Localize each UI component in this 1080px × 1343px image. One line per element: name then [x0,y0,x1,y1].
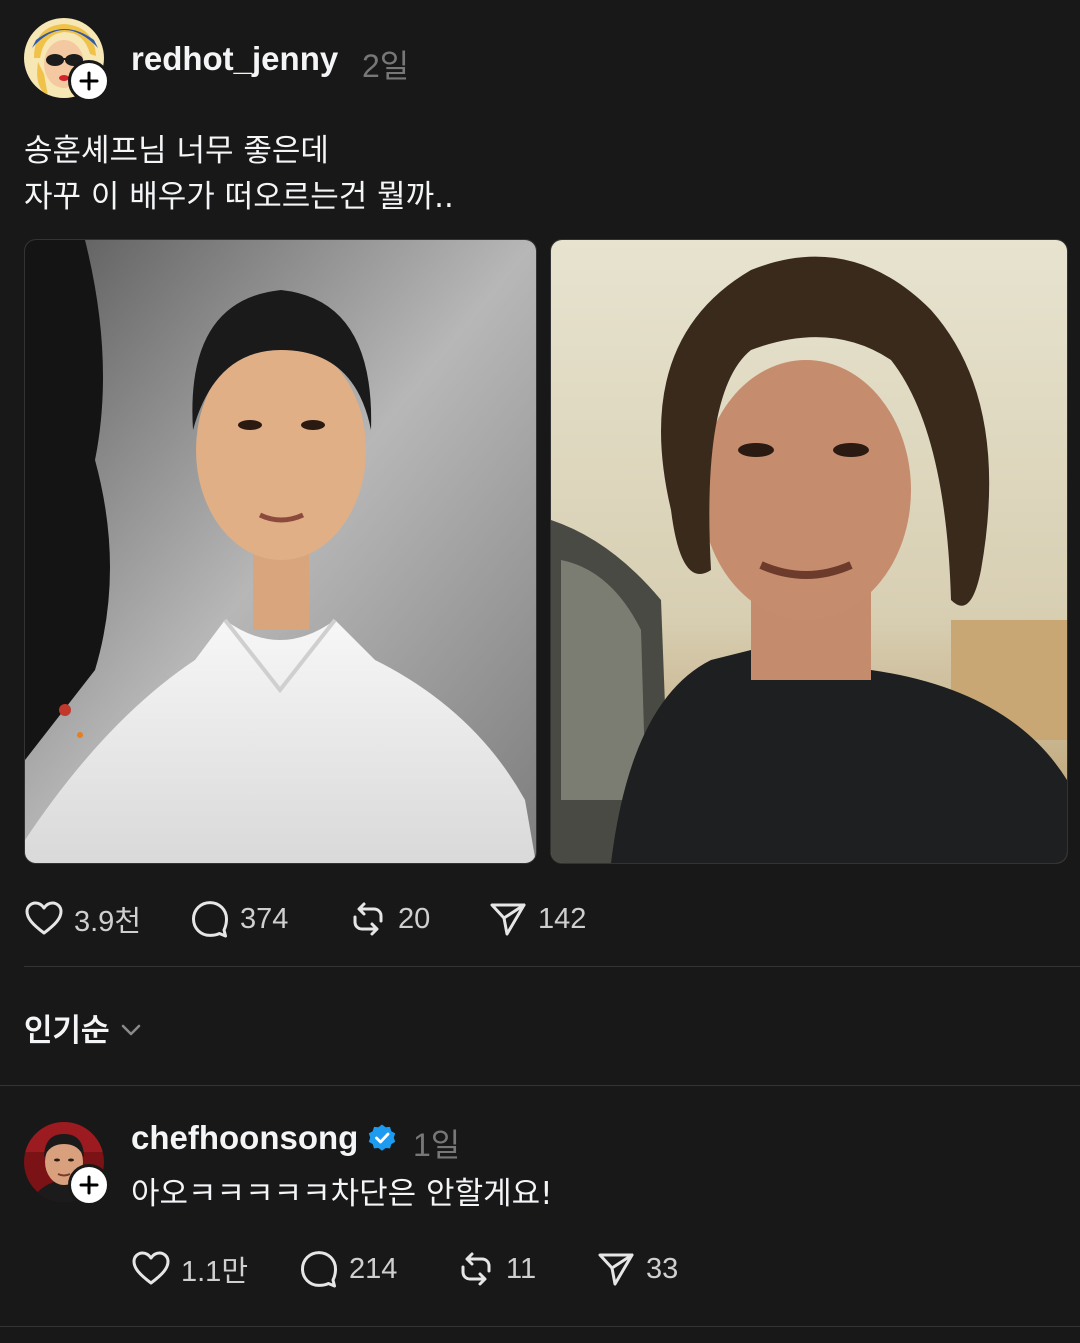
post-image-chef[interactable] [24,239,537,864]
heart-icon [132,1251,170,1285]
comment-count: 374 [240,902,289,935]
repost-count: 20 [398,902,431,935]
like-count: 3.9천 [74,906,141,938]
post-image-actor[interactable] [550,239,1068,864]
post-time: 2일 [362,48,410,84]
repost-button[interactable]: 20 [348,899,488,939]
share-count: 142 [538,902,587,935]
post-text-line: 송훈셰프님 너무 좋은데 [24,133,329,169]
divider [0,1326,1080,1327]
reply-actions: 1.1만 214 11 33 [131,1248,678,1290]
repost-icon [353,902,383,936]
send-icon [490,903,526,936]
verified-badge-icon [368,1124,396,1151]
share-button[interactable]: 142 [488,899,586,939]
heart-icon [25,901,63,935]
like-count: 1.1만 [181,1256,248,1288]
reply-username[interactable]: chefhoonsong [131,1119,358,1157]
plus-icon [79,71,99,91]
reply-time: 1일 [413,1127,461,1163]
chevron-down-icon [121,1024,140,1035]
comment-button[interactable]: 374 [190,899,348,939]
like-button[interactable]: 3.9천 [24,898,190,940]
comment-icon [301,1251,337,1288]
author-avatar[interactable] [24,18,110,102]
reply-text: 아오ㅋㅋㅋㅋㅋ차단은 안할게요! [131,1176,553,1212]
comment-count: 214 [349,1252,398,1285]
post-text-line: 자꾸 이 배우가 떠오르는건 뭘까.. [24,179,454,215]
divider [24,966,1080,967]
send-icon [598,1253,634,1286]
repost-icon [461,1252,491,1286]
repost-button[interactable]: 11 [456,1249,596,1289]
plus-icon [79,1175,99,1195]
share-button[interactable]: 33 [596,1249,678,1289]
comment-icon [192,901,228,938]
like-button[interactable]: 1.1만 [131,1248,299,1290]
post-actions: 3.9천 374 20 142 [24,898,586,940]
repost-count: 11 [506,1252,537,1285]
author-username[interactable]: redhot_jenny [131,40,338,78]
share-count: 33 [646,1252,679,1285]
divider [0,1085,1080,1086]
follow-button[interactable] [68,60,110,102]
sort-label: 인기순 [24,1013,110,1049]
follow-button[interactable] [68,1164,110,1206]
reply-author-avatar[interactable] [24,1122,110,1206]
post-text: 송훈셰프님 너무 좋은데 자꾸 이 배우가 떠오르는건 뭘까.. [24,128,454,220]
sort-dropdown[interactable]: 인기순 [24,1005,142,1050]
comment-button[interactable]: 214 [299,1249,456,1289]
